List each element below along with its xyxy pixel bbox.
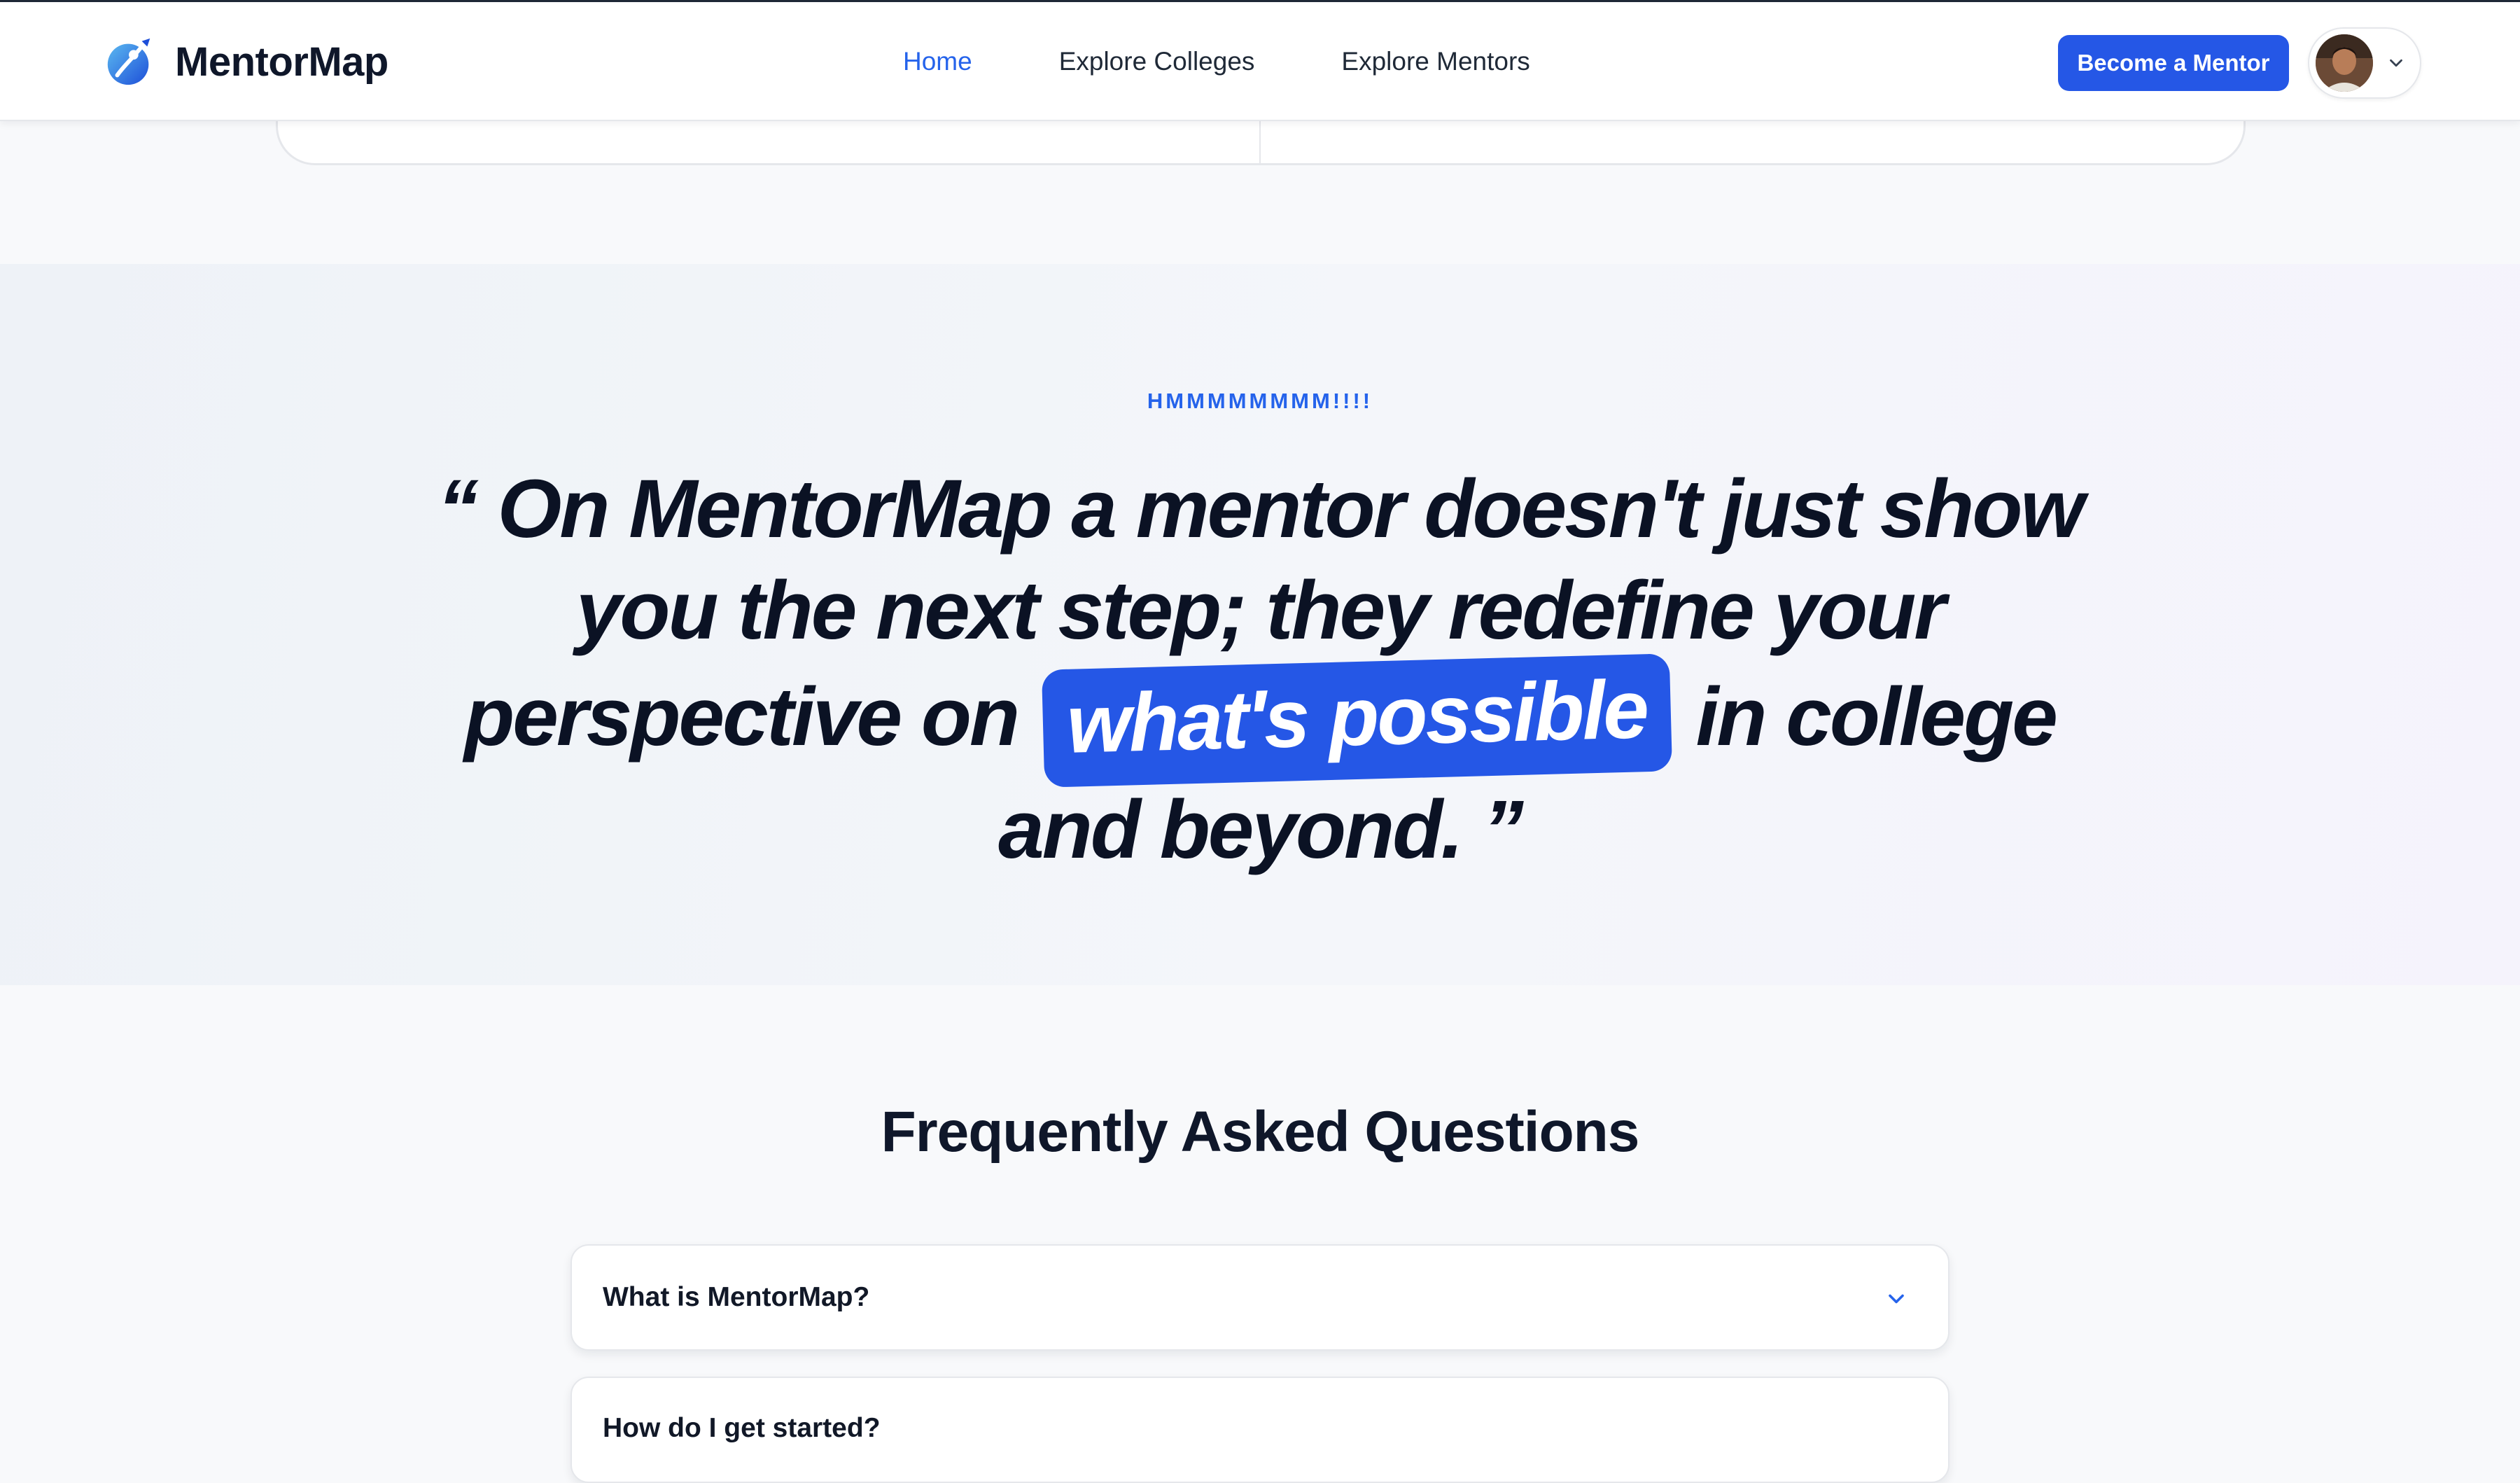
become-mentor-button[interactable]: Become a Mentor: [2058, 35, 2289, 91]
chevron-down-icon: [2390, 59, 2402, 67]
avatar-photo: [2316, 34, 2373, 92]
nav-home[interactable]: Home: [903, 47, 972, 76]
main-nav: Home Explore Colleges Explore Mentors: [903, 2, 1530, 121]
faq-title: Frequently Asked Questions: [881, 1100, 1640, 1164]
nav-explore-colleges[interactable]: Explore Colleges: [1059, 47, 1255, 76]
quote-highlight: what's possible: [1041, 653, 1672, 788]
logo[interactable]: MentorMap: [102, 30, 388, 93]
profile-menu-button[interactable]: [2308, 27, 2421, 99]
logo-text: MentorMap: [175, 39, 388, 85]
quote-kicker: HMMMMMMMM!!!!: [1147, 389, 1373, 413]
avatar: [2316, 34, 2373, 92]
nav-explore-mentors[interactable]: Explore Mentors: [1341, 47, 1530, 76]
chevron-down-icon: [1889, 1294, 1904, 1304]
faq-question: What is MentorMap?: [603, 1282, 870, 1312]
faq-question: How do I get started?: [603, 1413, 881, 1443]
mentor-quote: “ On MentorMap a mentor doesn't just sho…: [392, 459, 2128, 881]
site-header: MentorMap Home Explore Colleges Explore …: [0, 2, 2520, 121]
logo-icon: [107, 38, 150, 85]
faq-item[interactable]: How do I get started?: [570, 1377, 1949, 1483]
faq-item[interactable]: What is MentorMap?: [570, 1244, 1949, 1351]
